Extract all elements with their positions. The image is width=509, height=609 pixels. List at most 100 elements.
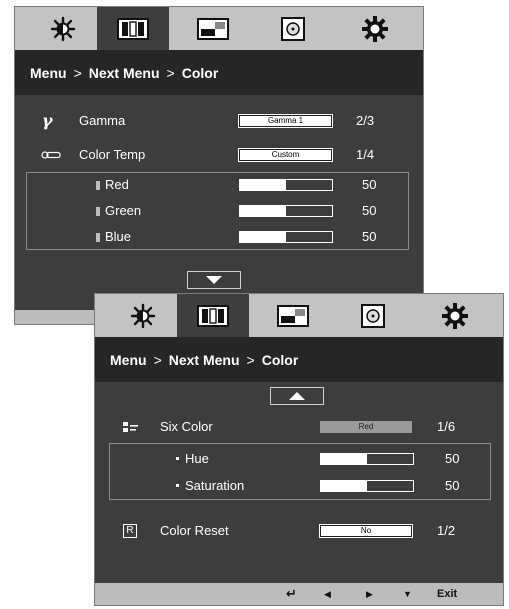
hue-label: Hue [185,451,209,466]
footer-controls: ↵ ◀ ▶ ▼ Exit [95,583,503,605]
saturation-slider-fill [321,481,367,491]
saturation-row[interactable]: Saturation 50 [110,475,490,497]
down-arrow-icon [206,276,222,284]
tab-bar [15,7,423,50]
reset-icon: R [123,524,137,538]
six-color-select[interactable]: Red [320,421,412,433]
saturation-value: 50 [445,478,460,493]
tab-brightness[interactable] [107,294,179,337]
color-reset-label: Color Reset [160,523,229,538]
exit-button[interactable]: Exit [437,583,457,605]
red-label-wrap: Red [96,174,129,196]
menu-content: γ Gamma Gamma 1 2/3 Color Temp Custom 1/… [15,95,423,310]
tab-settings[interactable] [419,294,491,337]
six-color-count: 1/6 [437,419,456,434]
gamma-row[interactable]: γ Gamma Gamma 1 2/3 [15,110,423,132]
tab-disc[interactable] [337,294,409,337]
breadcrumb-separator: > [153,351,162,368]
green-row[interactable]: Green 50 [27,200,408,222]
breadcrumb-current: Color [181,64,219,81]
tab-pip[interactable] [177,7,249,50]
osd-panel-color-page1: Menu > Next Menu > Color γ Gamma Gamma 1 2/3… [14,6,424,325]
breadcrumb-separator: > [166,64,175,81]
color-temp-label: Color Temp [79,147,146,162]
blue-label-wrap: Blue [96,226,131,248]
red-row[interactable]: Red 50 [27,174,408,196]
red-slider[interactable] [239,179,333,191]
picture-in-picture-icon [277,304,309,327]
saturation-label: Saturation [185,478,245,493]
breadcrumb-current: Color [261,351,299,368]
hue-slider[interactable] [320,453,414,465]
color-reset-select[interactable]: No [320,525,412,537]
left-button[interactable]: ◀ [324,583,331,605]
settings-icon [442,302,468,329]
breadcrumb-separator: > [246,351,255,368]
saturation-slider[interactable] [320,480,414,492]
six-color-icon [123,422,138,432]
gamma-count: 2/3 [356,113,375,128]
color-reset-row[interactable]: R Color Reset No 1/2 [95,520,503,542]
breadcrumb-menu: Menu [110,351,147,368]
hue-saturation-group: Hue 50 Saturation 50 [109,443,491,500]
page-up-button[interactable] [270,387,324,405]
osd-panel-color-page2: Menu > Next Menu > Color Six Color Red 1/6 H… [94,293,504,606]
dot-bullet-icon [176,457,179,460]
square-bullet-icon [96,233,100,242]
color-temp-select[interactable]: Custom [239,149,332,161]
gamma-label: Gamma [79,113,126,128]
down-button[interactable]: ▼ [403,583,412,605]
tab-picture[interactable] [177,294,249,337]
breadcrumb-menu: Menu [30,64,67,81]
square-bullet-icon [96,207,100,216]
gamma-select[interactable]: Gamma 1 [239,115,332,127]
gamma-icon: γ [42,111,53,130]
dot-bullet-icon [176,484,179,487]
red-slider-fill [240,180,286,190]
picture-in-picture-icon [197,17,229,40]
picture-icon [117,17,149,40]
blue-label: Blue [105,229,132,244]
square-bullet-icon [96,181,100,190]
hue-label-wrap: Hue [176,448,209,470]
tab-settings[interactable] [339,7,411,50]
breadcrumb-next-menu: Next Menu [168,351,240,368]
picture-icon [197,304,229,327]
green-label-wrap: Green [96,200,141,222]
tab-bar [95,294,503,337]
blue-slider[interactable] [239,231,333,243]
red-value: 50 [362,177,377,192]
settings-icon [362,15,388,42]
breadcrumb: Menu > Next Menu > Color [15,50,423,95]
six-color-label: Six Color [160,419,213,434]
color-temp-icon [41,151,61,159]
back-button[interactable]: ↵ [286,583,297,605]
blue-value: 50 [362,229,377,244]
tab-disc[interactable] [257,7,329,50]
tab-pip[interactable] [257,294,329,337]
right-button[interactable]: ▶ [366,583,373,605]
red-label: Red [105,177,129,192]
blue-slider-fill [240,232,286,242]
color-temp-row[interactable]: Color Temp Custom 1/4 [15,144,423,166]
rgb-group: Red 50 Green 50 Blue 50 [26,172,409,250]
six-color-row[interactable]: Six Color Red 1/6 [95,416,503,438]
green-slider[interactable] [239,205,333,217]
brightness-icon [130,303,156,328]
up-arrow-icon [289,392,305,400]
green-slider-fill [240,206,286,216]
menu-content: Six Color Red 1/6 Hue 50 Saturation 50 R… [95,382,503,583]
color-temp-count: 1/4 [356,147,375,162]
green-value: 50 [362,203,377,218]
hue-row[interactable]: Hue 50 [110,448,490,470]
disc-icon [361,303,385,328]
color-reset-count: 1/2 [437,523,456,538]
tab-picture[interactable] [97,7,169,50]
hue-value: 50 [445,451,460,466]
disc-icon [281,16,305,41]
page-down-button[interactable] [187,271,241,289]
saturation-label-wrap: Saturation [176,475,244,497]
breadcrumb-next-menu: Next Menu [88,64,160,81]
tab-brightness[interactable] [27,7,99,50]
blue-row[interactable]: Blue 50 [27,226,408,248]
